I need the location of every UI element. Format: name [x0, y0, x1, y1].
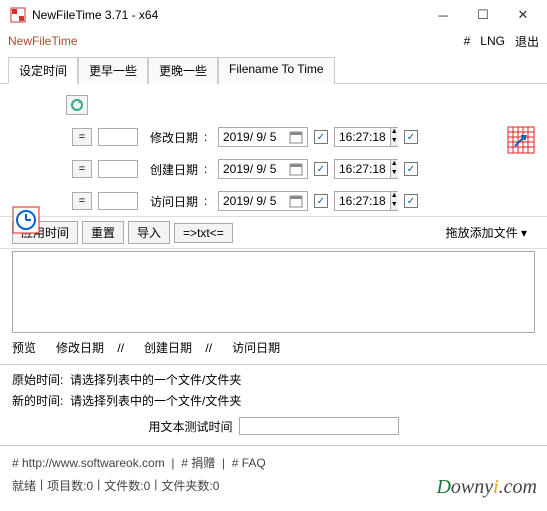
- watermark: Downyi.com: [436, 476, 537, 499]
- close-button[interactable]: ✕: [503, 1, 543, 29]
- status-folders: 文件夹数:0: [161, 477, 219, 494]
- tab-later[interactable]: 更晚一些: [148, 57, 218, 84]
- offset-input-modify[interactable]: [98, 128, 138, 146]
- modify-time-input[interactable]: 16:27:18 ▲▼: [334, 127, 398, 147]
- modify-date-row: = 修改日期 : 2019/ 9/ 5 ✓ 16:27:18 ▲▼ ✓: [12, 126, 535, 148]
- tab-set-time[interactable]: 设定时间: [8, 57, 78, 84]
- maximize-button[interactable]: ☐: [463, 1, 503, 29]
- create-date-value: 2019/ 9/ 5: [223, 162, 289, 176]
- tab-earlier[interactable]: 更早一些: [78, 57, 148, 84]
- menu-exit[interactable]: 退出: [515, 33, 539, 50]
- menu-bar: NewFileTime # LNG 退出: [0, 30, 547, 52]
- footer-links: # http://www.softwareok.com | # 捐赠 | # F…: [0, 450, 547, 475]
- create-date-row: = 创建日期 : 2019/ 9/ 5 ✓ 16:27:18 ▲▼ ✓: [12, 158, 535, 180]
- eq-button-modify[interactable]: =: [72, 128, 92, 146]
- eq-button-access[interactable]: =: [72, 192, 92, 210]
- modify-date-value: 2019/ 9/ 5: [223, 130, 289, 144]
- minimize-button[interactable]: ─: [423, 1, 463, 29]
- menu-hash[interactable]: #: [464, 34, 471, 48]
- dropdown-arrow-icon: ▾: [521, 226, 527, 240]
- time-spinner[interactable]: ▲▼: [390, 128, 398, 146]
- offset-input-create[interactable]: [98, 160, 138, 178]
- modify-label: 修改日期: [144, 129, 198, 146]
- offset-input-access[interactable]: [98, 192, 138, 210]
- new-time-hint: 请选择列表中的一个文件/文件夹: [70, 394, 241, 408]
- status-files: 文件数:0: [104, 477, 150, 494]
- new-time-row: 新的时间: 请选择列表中的一个文件/文件夹: [0, 390, 547, 411]
- action-bar: 应用时间 重置 导入 =>txt<= 拖放添加文件 ▾: [0, 216, 547, 249]
- access-date-checkbox[interactable]: ✓: [314, 194, 328, 208]
- create-date-input[interactable]: 2019/ 9/ 5: [218, 159, 308, 179]
- create-label: 创建日期: [144, 161, 198, 178]
- import-button[interactable]: 导入: [128, 221, 170, 244]
- access-date-input[interactable]: 2019/ 9/ 5: [218, 191, 308, 211]
- create-time-checkbox[interactable]: ✓: [404, 162, 418, 176]
- modify-time-checkbox[interactable]: ✓: [404, 130, 418, 144]
- donate-link[interactable]: # 捐赠: [181, 456, 215, 470]
- preview-header: 预览 修改日期 // 创建日期 // 访问日期: [0, 335, 547, 360]
- modify-time-value: 16:27:18: [335, 130, 390, 144]
- test-time-row: 用文本测试时间: [0, 411, 547, 441]
- test-input[interactable]: [239, 417, 399, 435]
- homepage-link[interactable]: # http://www.softwareok.com: [12, 456, 165, 470]
- tab-bar: 设定时间 更早一些 更晚一些 Filename To Time: [0, 56, 547, 84]
- access-time-checkbox[interactable]: ✓: [404, 194, 418, 208]
- status-ready: 就绪: [12, 477, 36, 494]
- original-time-hint: 请选择列表中的一个文件/文件夹: [70, 373, 241, 387]
- calendar-icon: [289, 162, 303, 176]
- drop-files-label[interactable]: 拖放添加文件 ▾: [438, 222, 535, 243]
- time-spinner[interactable]: ▲▼: [390, 160, 398, 178]
- original-time-row: 原始时间: 请选择列表中的一个文件/文件夹: [0, 369, 547, 390]
- access-date-row: = 访问日期 : 2019/ 9/ 5 ✓ 16:27:18 ▲▼ ✓: [12, 190, 535, 212]
- access-time-input[interactable]: 16:27:18 ▲▼: [334, 191, 398, 211]
- file-list[interactable]: [12, 251, 535, 333]
- status-items: 项目数:0: [47, 477, 93, 494]
- txt-io-button[interactable]: =>txt<=: [174, 223, 233, 243]
- new-time-label: 新的时间:: [12, 394, 63, 408]
- refresh-button[interactable]: [66, 95, 88, 115]
- create-time-value: 16:27:18: [335, 162, 390, 176]
- calendar-icon: [289, 194, 303, 208]
- modify-date-input[interactable]: 2019/ 9/ 5: [218, 127, 308, 147]
- access-date-value: 2019/ 9/ 5: [223, 194, 289, 208]
- create-time-input[interactable]: 16:27:18 ▲▼: [334, 159, 398, 179]
- app-name-label: NewFileTime: [8, 34, 454, 48]
- original-time-label: 原始时间:: [12, 373, 63, 387]
- title-bar: NewFileTime 3.71 - x64 ─ ☐ ✕: [0, 0, 547, 30]
- access-time-value: 16:27:18: [335, 194, 390, 208]
- faq-link[interactable]: # FAQ: [232, 456, 266, 470]
- time-spinner[interactable]: ▲▼: [390, 192, 398, 210]
- tab-filename-to-time[interactable]: Filename To Time: [218, 57, 334, 84]
- eq-button-create[interactable]: =: [72, 160, 92, 178]
- test-label: 用文本测试时间: [148, 418, 232, 435]
- window-title: NewFileTime 3.71 - x64: [32, 8, 423, 22]
- access-label: 访问日期: [144, 193, 198, 210]
- app-icon: [10, 7, 26, 23]
- reset-button[interactable]: 重置: [82, 221, 124, 244]
- calendar-icon: [289, 130, 303, 144]
- menu-language[interactable]: LNG: [480, 34, 505, 48]
- preview-label: 预览: [12, 339, 36, 356]
- refresh-icon: [70, 98, 84, 112]
- create-date-checkbox[interactable]: ✓: [314, 162, 328, 176]
- modify-date-checkbox[interactable]: ✓: [314, 130, 328, 144]
